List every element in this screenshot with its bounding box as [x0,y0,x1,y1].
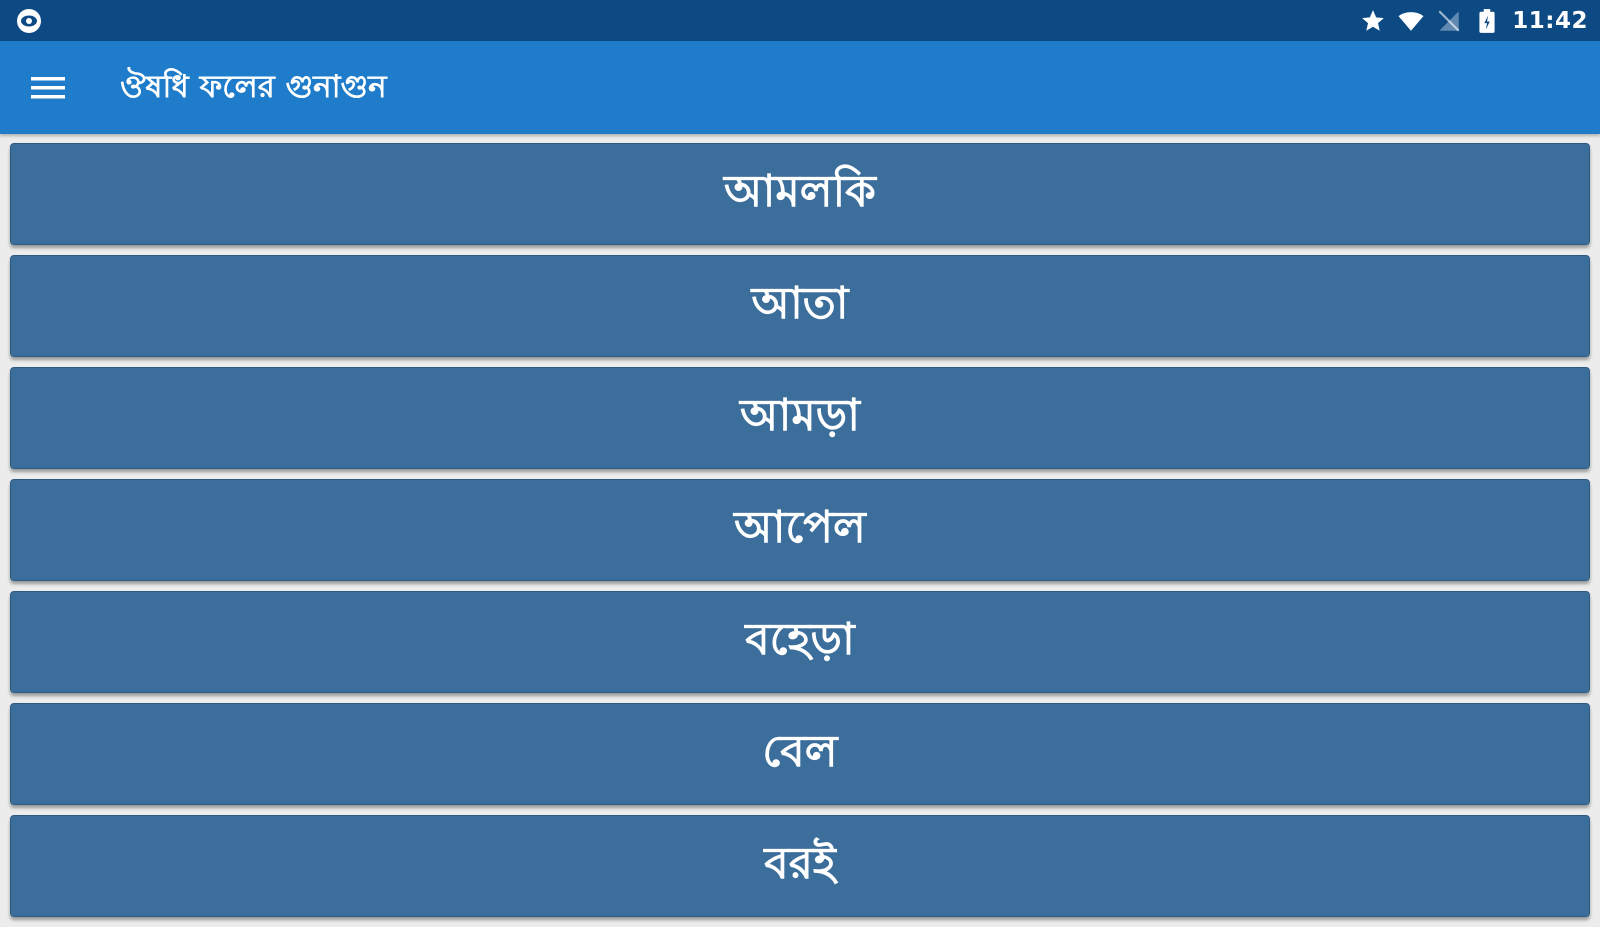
clock-time: 11:42 [1512,7,1588,34]
fruit-label: আমলকি [724,165,876,217]
fruit-item-ata[interactable]: আতা [10,255,1590,357]
star-icon [1362,9,1385,31]
fruit-label: বহেড়া [745,613,855,665]
fruit-item-bohera[interactable]: বহেড়া [10,591,1590,693]
fruit-label: বেল [762,725,838,777]
no-sim-icon [1438,9,1460,32]
fruit-label: আপেল [734,501,866,553]
status-icons: 11:42 [1360,0,1588,41]
fruit-item-amra[interactable]: আমড়া [10,367,1590,469]
fruit-label: আমড়া [740,389,860,441]
fruit-item-boroi[interactable]: বরই [10,815,1590,917]
app-bar: ঔষধি ফলের গুনাগুন [0,41,1600,134]
wifi-icon [1398,11,1424,31]
fruit-list: আমলকি আতা আমড়া আপেল বহেড়া বেল বরই [10,143,1590,927]
fruit-item-amloki[interactable]: আমলকি [10,143,1590,245]
app-title: ঔষধি ফলের গুনাগুন [120,69,387,105]
battery-icon [1479,8,1495,33]
fruit-item-apel[interactable]: আপেল [10,479,1590,581]
fruit-item-bel[interactable]: বেল [10,703,1590,805]
status-bar: 11:42 [0,0,1600,41]
fruit-label: আতা [751,277,849,329]
eye-notification-icon [17,9,41,33]
menu-button[interactable] [22,62,74,114]
fruit-label: বরই [764,837,836,889]
menu-icon [31,77,65,99]
